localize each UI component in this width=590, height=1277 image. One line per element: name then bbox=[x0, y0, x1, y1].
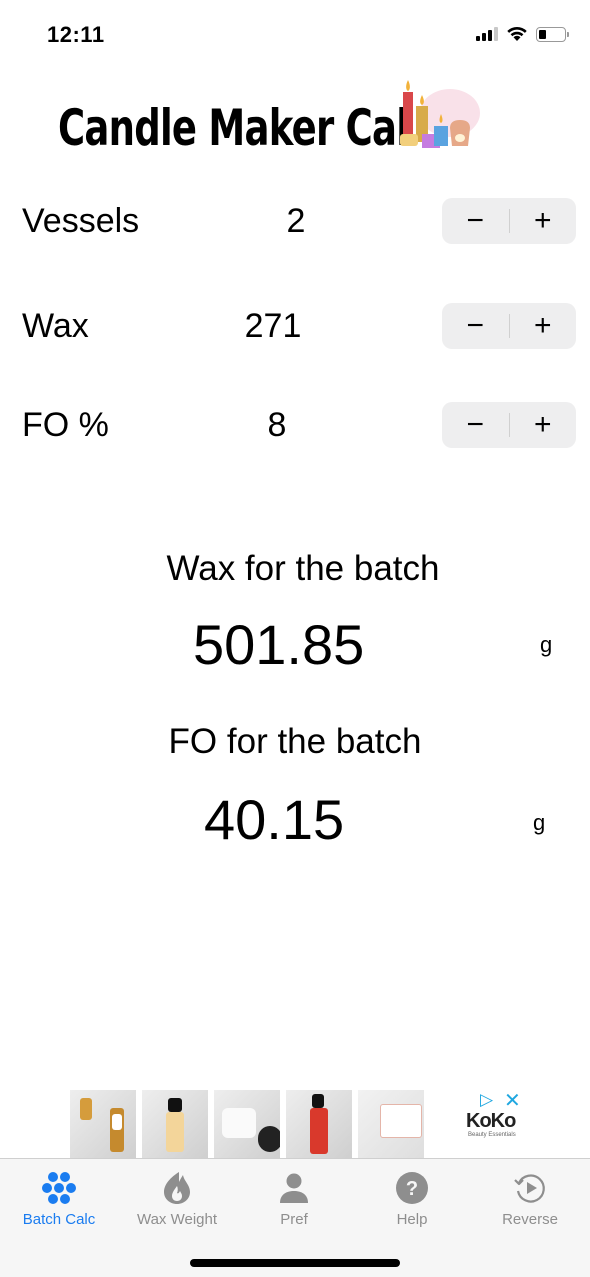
question-circle-icon: ? bbox=[395, 1171, 429, 1205]
ad-brand-name: KoKo bbox=[466, 1110, 516, 1132]
wax-stepper: − + bbox=[442, 303, 576, 349]
tab-help[interactable]: ? Help bbox=[353, 1171, 471, 1231]
vessels-value: 2 bbox=[286, 202, 306, 240]
fo-batch-value: 40.15 bbox=[204, 788, 345, 851]
cellular-signal-icon bbox=[476, 27, 498, 41]
fo-percent-increment-button[interactable]: + bbox=[510, 402, 577, 448]
status-time: 12:11 bbox=[47, 22, 105, 47]
wax-row: Wax 271 − + bbox=[0, 303, 590, 353]
tab-bar: Batch Calc Wax Weight Pref ? Help Revers… bbox=[0, 1158, 590, 1277]
wax-batch-value: 501.85 bbox=[193, 613, 365, 676]
ad-thumbnail[interactable] bbox=[70, 1090, 136, 1158]
app-title: Candle Maker Cal bbox=[58, 99, 409, 157]
ad-thumbnail[interactable] bbox=[358, 1090, 424, 1158]
tab-label: Help bbox=[396, 1211, 428, 1228]
ad-thumbnail[interactable] bbox=[142, 1090, 208, 1158]
status-icons bbox=[476, 26, 569, 42]
fo-percent-row: FO % 8 − + bbox=[0, 402, 590, 452]
fo-percent-label: FO % bbox=[22, 406, 109, 444]
tab-label: Pref bbox=[280, 1211, 308, 1228]
wax-value: 271 bbox=[244, 307, 302, 345]
tab-pref[interactable]: Pref bbox=[235, 1171, 353, 1231]
home-indicator[interactable] bbox=[190, 1259, 400, 1267]
fo-percent-stepper: − + bbox=[442, 402, 576, 448]
ad-thumbnail[interactable] bbox=[286, 1090, 352, 1158]
status-bar: 12:11 bbox=[0, 0, 590, 70]
wax-increment-button[interactable]: + bbox=[510, 303, 577, 349]
tab-label: Batch Calc bbox=[22, 1211, 96, 1228]
ad-thumbnail[interactable] bbox=[214, 1090, 280, 1158]
app-header: Candle Maker Cal bbox=[58, 78, 531, 178]
replay-icon bbox=[513, 1171, 547, 1205]
ad-banner[interactable] bbox=[70, 1090, 530, 1158]
candles-illustration-icon bbox=[400, 80, 480, 148]
svg-text:?: ? bbox=[406, 1178, 418, 1200]
tab-wax-weight[interactable]: Wax Weight bbox=[118, 1171, 236, 1231]
tab-reverse[interactable]: Reverse bbox=[471, 1171, 589, 1231]
fo-batch-unit: g bbox=[533, 810, 546, 835]
flame-icon bbox=[160, 1171, 194, 1205]
adchoices-icon[interactable]: ▷ bbox=[480, 1090, 493, 1110]
ad-brand[interactable]: ▷ ✕ KoKo Beauty Essentials bbox=[466, 1090, 526, 1150]
wax-batch-unit: g bbox=[540, 632, 553, 657]
fo-batch-label: FO for the batch bbox=[168, 722, 422, 761]
wax-batch-label: Wax for the batch bbox=[166, 549, 440, 588]
person-icon bbox=[277, 1171, 311, 1205]
dots-grid-icon bbox=[42, 1171, 76, 1205]
vessels-stepper: − + bbox=[442, 198, 576, 244]
tab-label: Wax Weight bbox=[136, 1211, 218, 1228]
wax-decrement-button[interactable]: − bbox=[442, 303, 509, 349]
vessels-increment-button[interactable]: + bbox=[510, 198, 577, 244]
tab-batch-calc[interactable]: Batch Calc bbox=[0, 1171, 118, 1231]
vessels-row: Vessels 2 − + bbox=[0, 198, 590, 248]
wax-label: Wax bbox=[22, 307, 89, 345]
vessels-label: Vessels bbox=[22, 202, 140, 240]
vessels-decrement-button[interactable]: − bbox=[442, 198, 509, 244]
fo-percent-value: 8 bbox=[267, 406, 287, 444]
fo-percent-decrement-button[interactable]: − bbox=[442, 402, 509, 448]
tab-label: Reverse bbox=[502, 1211, 558, 1228]
battery-icon bbox=[536, 26, 569, 42]
ad-brand-tagline: Beauty Essentials bbox=[468, 1132, 516, 1138]
wifi-icon bbox=[507, 27, 527, 41]
